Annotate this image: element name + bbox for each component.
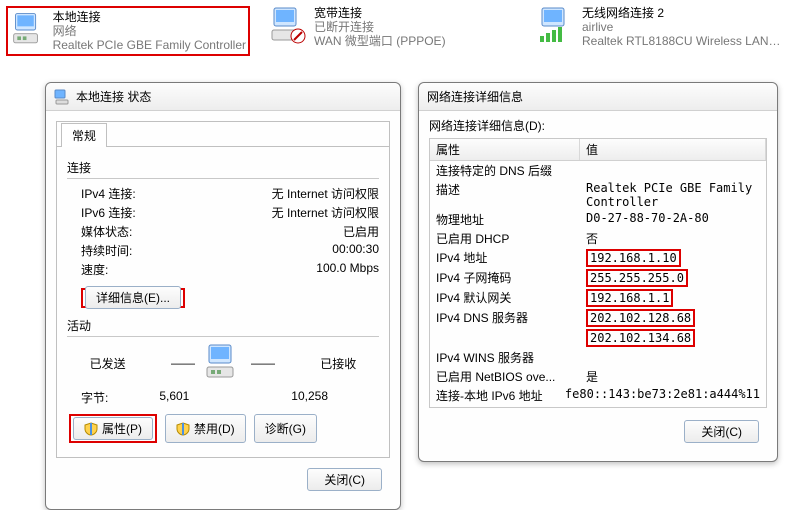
conn-name: 无线网络连接 2 [582,6,782,20]
details-value [580,161,766,180]
section-connection: 连接 [67,159,379,176]
tab-general[interactable]: 常规 [61,123,107,147]
details-value: 192.168.1.1 [580,288,766,308]
conn-sub: 已断开连接 [314,20,446,34]
details-row[interactable]: IPv4 子网掩码255.255.255.0 [430,268,766,288]
network-adapter-icon [268,6,308,46]
kv-key: IPv6 连接: [67,204,136,221]
details-row[interactable]: IPv6 默认网关 [430,405,766,408]
details-dialog-title[interactable]: 网络连接详细信息 [419,83,777,111]
details-value: fe80::143:be73:2e81:a444%11 [559,386,766,405]
kv-value: 00:00:30 [332,242,379,259]
conn-device: WAN 微型端口 (PPPOE) [314,34,446,48]
details-value [580,348,766,367]
details-row[interactable]: 已启用 NetBIOS ove...是 [430,367,766,386]
details-value: 202.102.128.68 [580,308,766,328]
properties-button-label: 属性(P) [102,420,142,437]
details-value: 否 [580,229,766,248]
conn-item-wireless[interactable]: 无线网络连接 2 airlive Realtek RTL8188CU Wirel… [536,6,786,56]
bytes-label: 字节: [67,389,108,406]
conn-sub: 网络 [53,24,246,38]
conn-sub: airlive [582,20,782,34]
diagnose-button[interactable]: 诊断(G) [254,414,317,443]
kv-key: 媒体状态: [67,223,132,240]
status-dialog: 本地连接 状态 常规 连接 IPv4 连接: 无 Internet 访问权限 IP… [45,82,401,510]
details-key: 描述 [430,180,580,210]
details-key: 已启用 DHCP [430,229,580,248]
details-key: 连接-本地 IPv6 地址 [430,386,559,405]
dash-separator: —— [251,356,275,370]
kv-key: 持续时间: [67,242,132,259]
diagnose-button-label: 诊断(G) [265,420,306,437]
details-key: 物理地址 [430,210,580,229]
section-activity: 活动 [67,317,379,334]
status-dialog-title[interactable]: 本地连接 状态 [46,83,400,111]
details-key: IPv4 WINS 服务器 [430,348,580,367]
kv-value: 100.0 Mbps [316,261,379,278]
details-value: 是 [580,367,766,386]
uac-shield-icon [176,422,190,436]
details-key: IPv4 DNS 服务器 [430,308,580,328]
kv-key: IPv4 连接: [67,185,136,202]
network-adapter-icon [54,89,70,105]
details-key [430,328,580,348]
kv-value: 已启用 [343,223,379,240]
details-row[interactable]: IPv4 WINS 服务器 [430,348,766,367]
conn-device: Realtek PCIe GBE Family Controller [53,38,246,52]
col-property[interactable]: 属性 [430,139,580,160]
details-row[interactable]: IPv4 地址192.168.1.10 [430,248,766,268]
conn-name: 本地连接 [53,10,246,24]
details-key: IPv4 默认网关 [430,288,580,308]
details-key: IPv6 默认网关 [430,405,580,408]
details-value [580,405,766,408]
disable-button-label: 禁用(D) [194,420,235,437]
details-row[interactable]: IPv4 默认网关192.168.1.1 [430,288,766,308]
details-value: D0-27-88-70-2A-80 [580,210,766,229]
details-listview[interactable]: 属性 值 连接特定的 DNS 后缀描述Realtek PCIe GBE Fami… [429,138,767,408]
network-activity-icon [199,343,247,383]
details-key: 已启用 NetBIOS ove... [430,367,580,386]
network-adapter-icon [10,10,47,50]
details-button[interactable]: 详细信息(E)... [85,286,181,309]
kv-value: 无 Internet 访问权限 [272,204,379,221]
details-row[interactable]: 连接-本地 IPv6 地址fe80::143:be73:2e81:a444%11 [430,386,766,405]
kv-key: 速度: [67,261,108,278]
details-value: Realtek PCIe GBE Family Controller [580,180,766,210]
connections-row: 本地连接 网络 Realtek PCIe GBE Family Controll… [0,0,797,74]
details-key: IPv4 地址 [430,248,580,268]
details-row[interactable]: 已启用 DHCP否 [430,229,766,248]
conn-item-broadband[interactable]: 宽带连接 已断开连接 WAN 微型端口 (PPPOE) [268,6,518,56]
details-value: 255.255.255.0 [580,268,766,288]
dash-separator: —— [171,356,195,370]
details-row[interactable]: IPv4 DNS 服务器202.102.128.68 [430,308,766,328]
close-button[interactable]: 关闭(C) [684,420,759,443]
dialog-title-text: 网络连接详细信息 [427,88,523,105]
details-dialog: 网络连接详细信息 网络连接详细信息(D): 属性 值 连接特定的 DNS 后缀描… [418,82,778,462]
close-button[interactable]: 关闭(C) [307,468,382,491]
details-row[interactable]: 202.102.134.68 [430,328,766,348]
col-value[interactable]: 值 [580,139,766,160]
bytes-received: 10,258 [291,389,328,406]
details-value: 202.102.134.68 [580,328,766,348]
disable-button[interactable]: 禁用(D) [165,414,246,443]
properties-button[interactable]: 属性(P) [73,417,153,440]
uac-shield-icon [84,422,98,436]
wireless-adapter-icon [536,6,576,46]
sent-label: 已发送 [90,355,126,372]
details-row[interactable]: 连接特定的 DNS 后缀 [430,161,766,180]
dialog-title-text: 本地连接 状态 [76,88,151,105]
conn-name: 宽带连接 [314,6,446,20]
details-key: 连接特定的 DNS 后缀 [430,161,580,180]
conn-item-local[interactable]: 本地连接 网络 Realtek PCIe GBE Family Controll… [6,6,250,56]
recv-label: 已接收 [320,355,356,372]
details-value: 192.168.1.10 [580,248,766,268]
bytes-sent: 5,601 [159,389,189,406]
details-key: IPv4 子网掩码 [430,268,580,288]
conn-device: Realtek RTL8188CU Wireless LAN 8... [582,34,782,48]
details-header-label: 网络连接详细信息(D): [429,117,767,134]
kv-value: 无 Internet 访问权限 [272,185,379,202]
details-row[interactable]: 物理地址D0-27-88-70-2A-80 [430,210,766,229]
details-row[interactable]: 描述Realtek PCIe GBE Family Controller [430,180,766,210]
